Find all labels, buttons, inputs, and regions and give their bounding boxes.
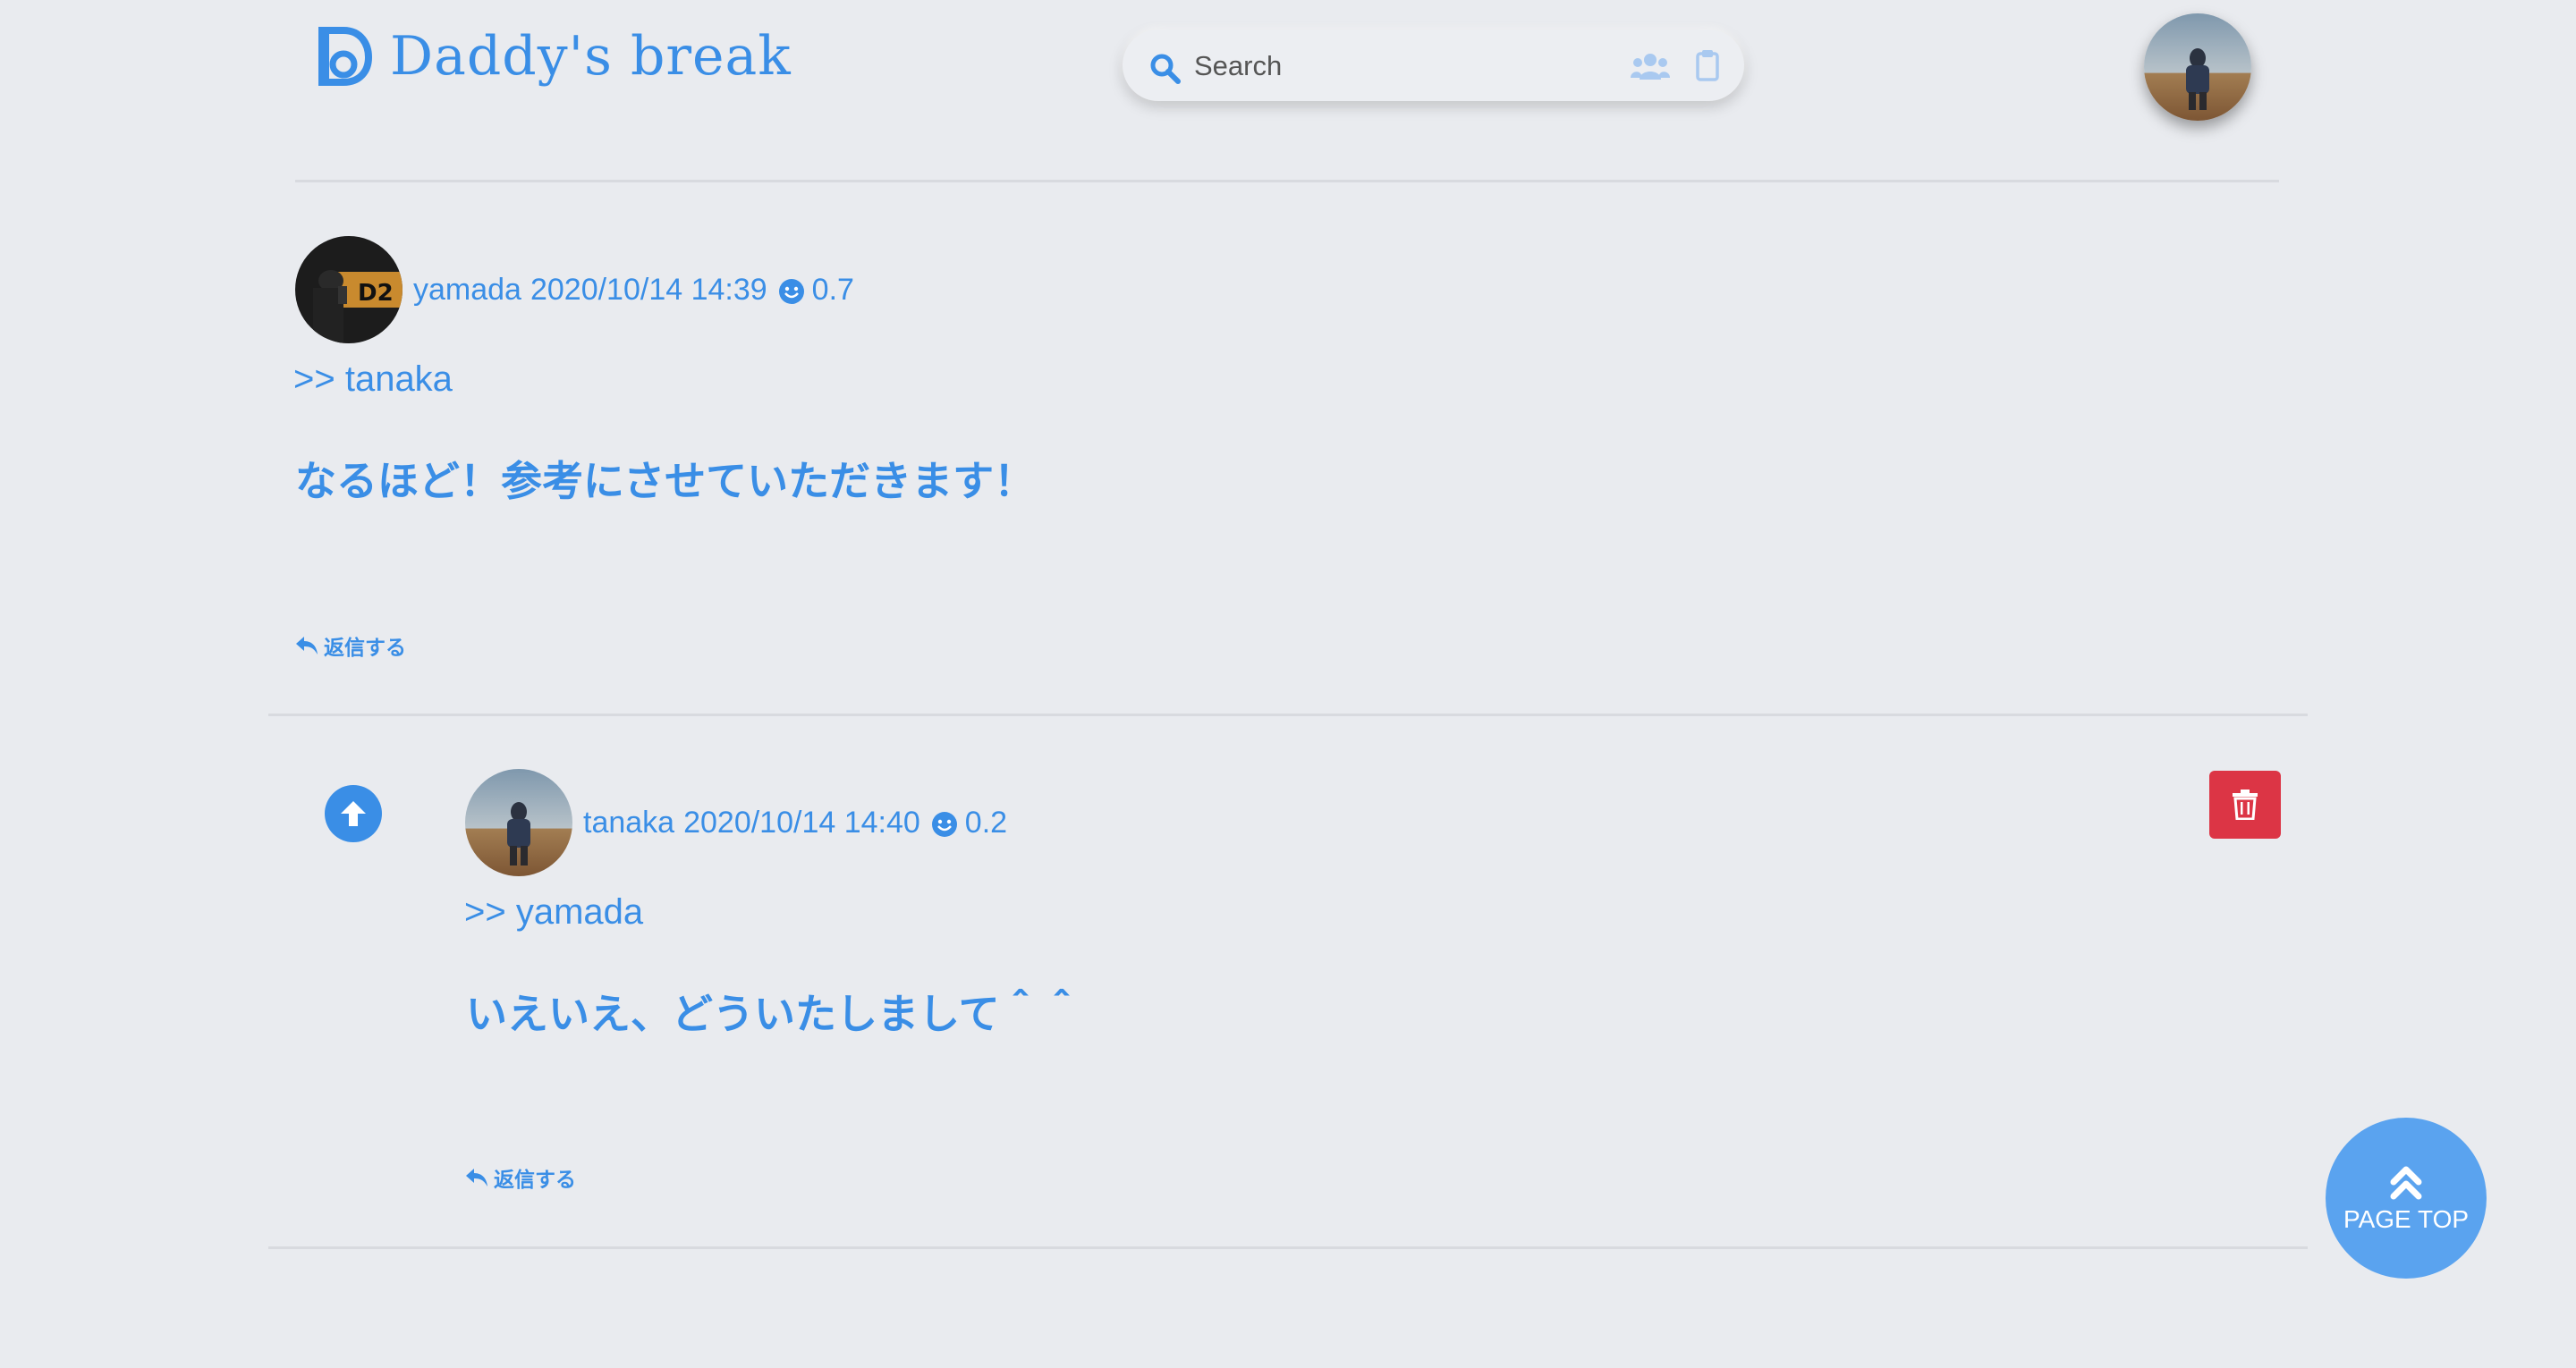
- trash-icon: [2233, 790, 2258, 820]
- smile-icon: [778, 278, 804, 304]
- reply-icon: [296, 637, 318, 654]
- avatar-photo: [465, 769, 572, 876]
- comment-meta: tanaka 2020/10/14 14:40 0.2: [465, 769, 1016, 876]
- reply-button[interactable]: 返信する: [295, 630, 406, 661]
- smile-icon: [931, 811, 957, 837]
- reply-label: 返信する: [494, 1169, 576, 1192]
- search-icon[interactable]: [1149, 53, 1182, 85]
- chevron-double-up-icon: [2390, 1166, 2422, 1200]
- comment-divider: [268, 1246, 2308, 1249]
- site-title: Daddy's break: [390, 25, 792, 88]
- arrow-up-icon: [341, 801, 366, 826]
- comment-score: 0.7: [811, 272, 854, 307]
- page-top-label: PAGE TOP: [2343, 1205, 2470, 1233]
- delete-button[interactable]: [2209, 771, 2281, 839]
- comment-body: なるほど！参考にさせていただきます！: [295, 457, 1036, 505]
- avatar-photo: [2144, 13, 2251, 121]
- comment-datetime: 2020/10/14 14:40: [683, 805, 920, 840]
- comment-author[interactable]: tanaka: [583, 806, 674, 840]
- svg-text:D2: D2: [358, 280, 394, 307]
- search-input[interactable]: [1192, 44, 1572, 89]
- reply-icon: [466, 1169, 487, 1186]
- page-top-button[interactable]: PAGE TOP: [2326, 1118, 2487, 1279]
- header: Daddy's break: [0, 0, 2576, 182]
- comment-meta: D2 yamada 2020/10/14 14:39 0.7: [295, 236, 863, 343]
- comment-datetime: 2020/10/14 14:39: [530, 272, 767, 307]
- reply-label: 返信する: [324, 637, 406, 660]
- user-avatar[interactable]: [2144, 13, 2251, 121]
- avatar[interactable]: D2: [295, 236, 402, 343]
- clipboard-icon[interactable]: [1695, 49, 1720, 81]
- reply-to-label[interactable]: >> tanaka: [293, 359, 453, 400]
- comment-score: 0.2: [964, 805, 1008, 840]
- site-logo[interactable]: Daddy's break: [318, 25, 792, 88]
- reply-to-label[interactable]: >> yamada: [464, 892, 643, 933]
- comment-meta-text: yamada 2020/10/14 14:39 0.7: [413, 273, 863, 308]
- comment-body: いえいえ、どういたしまして＾＾: [466, 990, 1082, 1038]
- scroll-up-button[interactable]: [325, 785, 382, 842]
- comment-divider: [268, 714, 2308, 716]
- search-bar[interactable]: [1123, 30, 1744, 101]
- reply-button[interactable]: 返信する: [465, 1162, 576, 1193]
- avatar-photo: D2: [295, 236, 402, 343]
- comment-meta-text: tanaka 2020/10/14 14:40 0.2: [583, 806, 1016, 840]
- logo-mark-icon: [318, 27, 372, 86]
- users-icon[interactable]: [1631, 51, 1670, 81]
- avatar[interactable]: [465, 769, 572, 876]
- comment-author[interactable]: yamada: [413, 273, 521, 307]
- header-divider: [295, 180, 2279, 182]
